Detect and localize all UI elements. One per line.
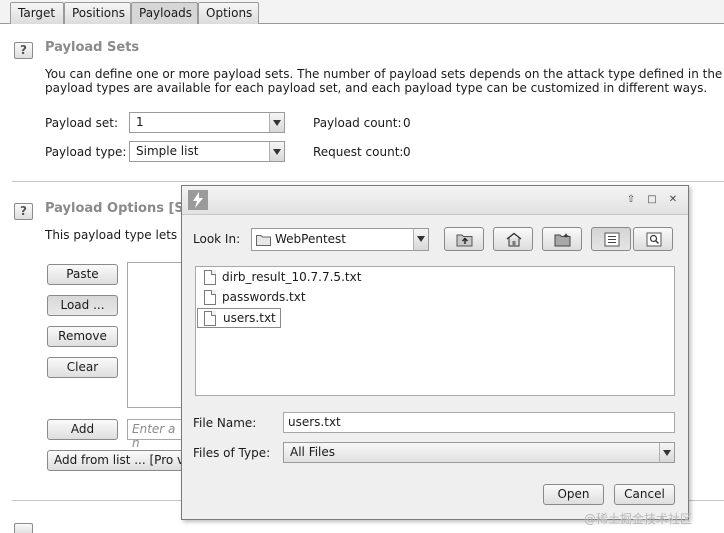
paste-button[interactable]: Paste <box>47 264 118 285</box>
file-name-value: users.txt <box>288 415 341 429</box>
dialog-titlebar[interactable]: ⇧ □ ✕ <box>182 186 688 215</box>
new-folder-icon <box>554 233 571 247</box>
window-close-icon[interactable]: ✕ <box>666 193 680 207</box>
look-in-label: Look In: <box>193 232 241 246</box>
file-chooser-dialog: ⇧ □ ✕ Look In: WebPentest dirb_result_10… <box>181 185 689 520</box>
section-divider <box>12 181 724 182</box>
home-icon <box>506 232 522 247</box>
payload-set-label: Payload set: <box>45 116 118 130</box>
next-section-help-icon[interactable] <box>14 523 33 533</box>
clear-button[interactable]: Clear <box>47 357 118 378</box>
file-item-name: users.txt <box>223 311 276 325</box>
remove-button[interactable]: Remove <box>47 326 118 347</box>
payload-sets-description-line2: payload types are available for each pay… <box>45 81 708 95</box>
chevron-down-icon <box>659 443 674 462</box>
request-count-value: 0 <box>403 145 411 159</box>
burp-logo-icon <box>188 190 208 210</box>
payload-type-value: Simple list <box>136 144 199 158</box>
add-button[interactable]: Add <box>47 419 118 440</box>
home-button[interactable] <box>493 227 533 251</box>
folder-icon <box>256 235 271 246</box>
add-payload-placeholder: Enter a n <box>132 422 176 450</box>
files-of-type-value: All Files <box>290 445 336 459</box>
window-maximize-icon[interactable]: □ <box>645 193 659 207</box>
file-item-name: dirb_result_10.7.7.5.txt <box>222 270 362 284</box>
payload-set-value: 1 <box>136 115 144 129</box>
payload-sets-help-icon[interactable]: ? <box>14 42 33 59</box>
file-list[interactable]: dirb_result_10.7.7.5.txt passwords.txt u… <box>195 266 675 396</box>
payload-sets-title: Payload Sets <box>45 40 140 55</box>
file-item[interactable]: passwords.txt <box>200 288 306 306</box>
payload-options-help-icon[interactable]: ? <box>14 203 33 220</box>
cancel-button[interactable]: Cancel <box>614 484 675 505</box>
details-view-icon <box>646 232 662 247</box>
chevron-down-icon <box>413 229 428 250</box>
tab-payloads[interactable]: Payloads <box>131 2 198 24</box>
payload-type-label: Payload type: <box>45 145 127 159</box>
watermark: @稀土掘金技术社区 <box>584 512 693 526</box>
file-icon <box>204 270 216 285</box>
payload-type-select[interactable]: Simple list <box>129 141 285 162</box>
file-name-input[interactable]: users.txt <box>283 412 675 433</box>
file-name-label: File Name: <box>193 416 257 430</box>
file-item[interactable]: dirb_result_10.7.7.5.txt <box>200 268 361 286</box>
tab-bar: Target Positions Payloads Options <box>0 0 724 24</box>
list-view-icon <box>604 232 620 247</box>
request-count-label: Request count: <box>313 145 404 159</box>
window-up-icon[interactable]: ⇧ <box>624 193 638 207</box>
tab-positions[interactable]: Positions <box>64 2 131 24</box>
files-of-type-select[interactable]: All Files <box>283 442 675 463</box>
payload-set-select[interactable]: 1 <box>129 112 285 133</box>
file-item-selected[interactable]: users.txt <box>197 308 281 328</box>
payload-list[interactable] <box>127 262 187 408</box>
payload-options-title: Payload Options [S <box>45 201 184 216</box>
list-view-button[interactable] <box>591 227 631 251</box>
details-view-button[interactable] <box>633 227 673 251</box>
file-icon <box>204 311 216 326</box>
payload-count-label: Payload count: <box>313 116 402 130</box>
add-payload-input[interactable]: Enter a n <box>127 419 187 450</box>
open-button[interactable]: Open <box>543 484 604 505</box>
file-icon <box>204 290 216 305</box>
tab-target[interactable]: Target <box>10 2 64 24</box>
file-item-name: passwords.txt <box>222 290 306 304</box>
chevron-down-icon <box>269 113 284 132</box>
look-in-value: WebPentest <box>275 232 347 246</box>
tab-options[interactable]: Options <box>198 2 259 24</box>
payload-options-description: This payload type lets y <box>45 228 189 242</box>
load-button[interactable]: Load ... <box>47 295 118 316</box>
up-folder-icon <box>456 234 473 247</box>
new-folder-button[interactable] <box>542 227 582 251</box>
look-in-select[interactable]: WebPentest <box>251 228 429 251</box>
up-folder-button[interactable] <box>444 227 484 251</box>
chevron-down-icon <box>269 142 284 161</box>
add-from-list-button[interactable]: Add from list ... [Pro v <box>47 450 187 471</box>
files-of-type-label: Files of Type: <box>193 446 271 460</box>
payload-sets-description-line1: You can define one or more payload sets.… <box>45 67 724 81</box>
payload-count-value: 0 <box>403 116 411 130</box>
